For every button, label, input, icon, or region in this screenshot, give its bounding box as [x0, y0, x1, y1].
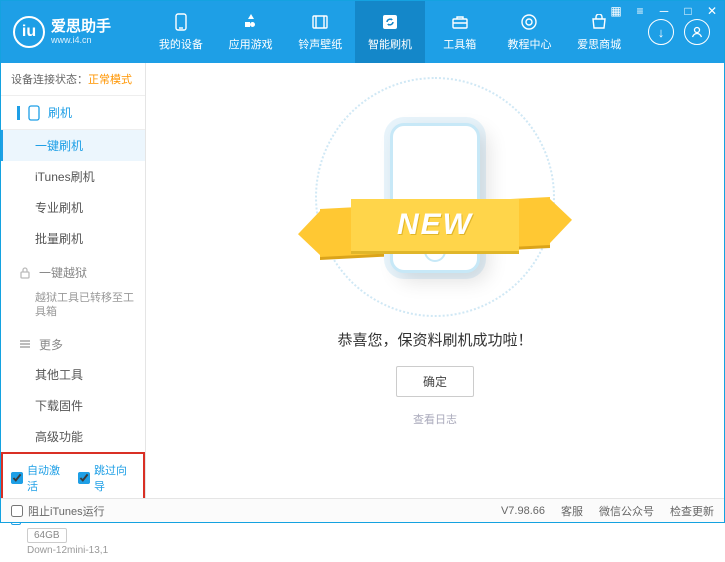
toolbox-icon	[450, 12, 470, 32]
sidebar-item-itunes-flash[interactable]: iTunes刷机	[1, 161, 145, 192]
minimize-icon[interactable]: ─	[656, 3, 672, 19]
auto-activate-checkbox[interactable]: 自动激活	[11, 462, 68, 494]
window-controls: ▦ ≡ ─ □ ✕	[608, 3, 720, 19]
sidebar-item-download-firmware[interactable]: 下载固件	[1, 390, 145, 421]
close-icon[interactable]: ✕	[704, 3, 720, 19]
wallpaper-icon	[310, 12, 330, 32]
settings-icon[interactable]: ≡	[632, 3, 648, 19]
nav-my-device[interactable]: 我的设备	[146, 1, 216, 63]
sidebar-item-other-tools[interactable]: 其他工具	[1, 359, 145, 390]
app-title: 爱思助手	[51, 19, 111, 36]
flash-icon	[380, 12, 400, 32]
tutorial-icon	[519, 12, 539, 32]
sidebar-item-oneclick-flash[interactable]: 一键刷机	[1, 130, 145, 161]
app-url: www.i4.cn	[51, 35, 111, 45]
maximize-icon[interactable]: □	[680, 3, 696, 19]
sidebar-item-pro-flash[interactable]: 专业刷机	[1, 192, 145, 223]
apps-icon	[241, 12, 261, 32]
device-storage: 64GB	[27, 528, 67, 543]
nav-flash[interactable]: 智能刷机	[355, 1, 425, 63]
nav-label: 应用游戏	[229, 36, 273, 52]
customer-service-link[interactable]: 客服	[561, 503, 583, 519]
check-update-link[interactable]: 检查更新	[670, 503, 714, 519]
titlebar: iu 爱思助手 www.i4.cn 我的设备 应用游戏 铃声壁纸 智能刷机 工具…	[1, 1, 724, 63]
sidebar-section-flash[interactable]: 刷机	[1, 96, 145, 130]
logo-icon: iu	[13, 16, 45, 48]
nav-tutorial[interactable]: 教程中心	[495, 1, 565, 63]
nav-ringtone[interactable]: 铃声壁纸	[285, 1, 355, 63]
lock-icon	[19, 267, 31, 279]
section-label: 更多	[39, 336, 63, 353]
wechat-link[interactable]: 微信公众号	[599, 503, 654, 519]
version-label: V7.98.66	[501, 505, 545, 517]
sidebar-item-batch-flash[interactable]: 批量刷机	[1, 223, 145, 254]
menu-icon[interactable]: ▦	[608, 3, 624, 19]
ribbon-text: NEW	[397, 208, 473, 242]
nav-label: 爱思商城	[577, 36, 621, 52]
main-content: NEW 恭喜您，保资料刷机成功啦！ 确定 查看日志	[146, 63, 724, 498]
phone-icon	[171, 12, 191, 32]
sidebar-item-advanced[interactable]: 高级功能	[1, 421, 145, 452]
sidebar-section-jailbreak: 一键越狱	[1, 258, 145, 287]
success-message: 恭喜您，保资料刷机成功啦！	[337, 329, 532, 350]
nav-label: 工具箱	[443, 36, 476, 52]
phone-small-icon	[28, 105, 40, 121]
logo-area: iu 爱思助手 www.i4.cn	[1, 1, 146, 63]
success-illustration: NEW	[305, 113, 565, 283]
status-label: 设备连接状态：	[11, 74, 88, 86]
nav-label: 教程中心	[507, 36, 551, 52]
download-button[interactable]: ↓	[648, 19, 674, 45]
section-label: 刷机	[48, 104, 72, 121]
sidebar: 设备连接状态：正常模式 刷机 一键刷机 iTunes刷机 专业刷机 批量刷机 一…	[1, 63, 146, 498]
footer: 阻止iTunes运行 V7.98.66 客服 微信公众号 检查更新	[1, 498, 724, 522]
ok-button[interactable]: 确定	[396, 366, 474, 397]
nav-label: 铃声壁纸	[298, 36, 342, 52]
connection-status: 设备连接状态：正常模式	[1, 63, 145, 96]
nav-label: 我的设备	[159, 36, 203, 52]
options-row: 自动激活 跳过向导	[1, 452, 145, 504]
view-log-link[interactable]: 查看日志	[413, 411, 457, 427]
sidebar-section-more[interactable]: 更多	[1, 330, 145, 359]
ribbon-front-icon: NEW	[351, 199, 519, 251]
skip-setup-checkbox[interactable]: 跳过向导	[78, 462, 135, 494]
section-indicator-icon	[17, 106, 20, 120]
status-value: 正常模式	[88, 74, 132, 86]
block-itunes-checkbox[interactable]: 阻止iTunes运行	[11, 503, 105, 519]
device-model: Down-12mini-13,1	[11, 545, 135, 556]
nav-toolbox[interactable]: 工具箱	[425, 1, 495, 63]
nav-apps[interactable]: 应用游戏	[216, 1, 286, 63]
account-button[interactable]	[684, 19, 710, 45]
jailbreak-note: 越狱工具已转移至工具箱	[1, 287, 145, 326]
main-nav: 我的设备 应用游戏 铃声壁纸 智能刷机 工具箱 教程中心 爱思商城	[146, 1, 634, 63]
nav-label: 智能刷机	[368, 36, 412, 52]
list-icon	[19, 339, 31, 349]
store-icon	[589, 12, 609, 32]
section-label: 一键越狱	[39, 264, 87, 281]
